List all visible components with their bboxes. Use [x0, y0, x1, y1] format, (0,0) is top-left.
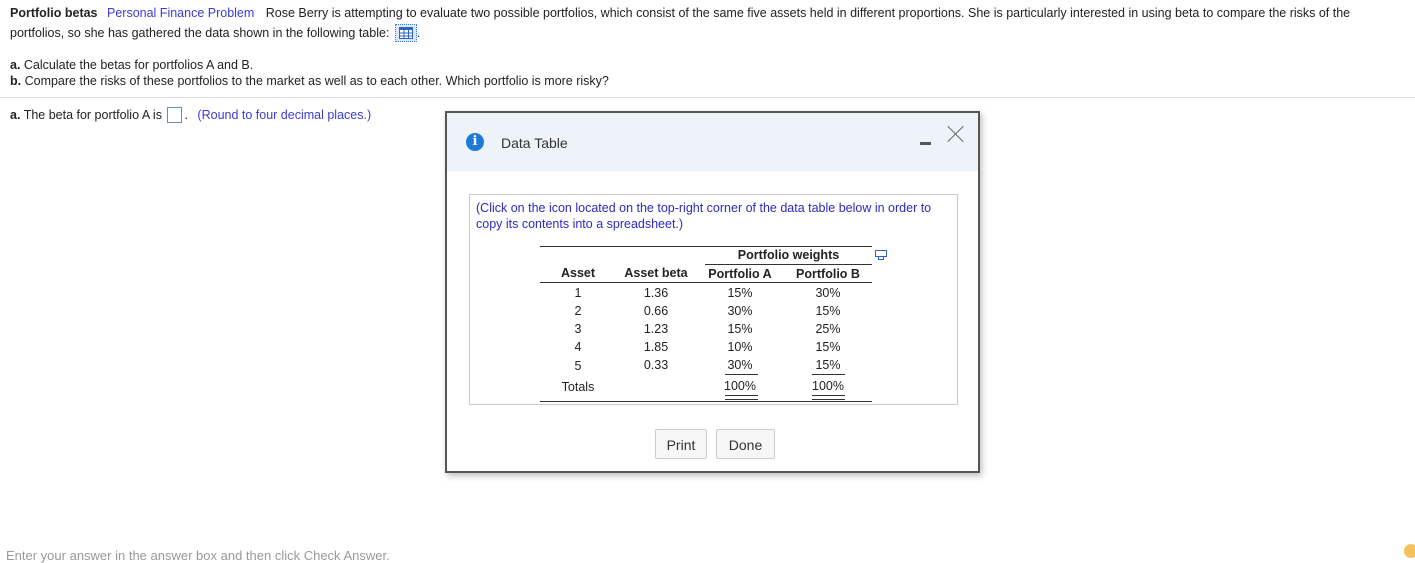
problem-statement: Portfolio betas Personal Finance Problem…: [10, 6, 1351, 42]
part-b-label: b.: [10, 74, 22, 88]
divider: [0, 97, 1415, 98]
corner-badge: [1404, 544, 1415, 558]
data-table-dialog: i Data Table (Click on the icon located …: [445, 111, 980, 473]
table-bottom-rule: [540, 401, 872, 402]
cell-asset: 4: [574, 340, 582, 354]
print-button[interactable]: Print: [655, 429, 707, 459]
cell-portfolio-b: 15%: [815, 304, 841, 318]
problem-text-line1: Rose Berry is attempting to evaluate two…: [265, 6, 1351, 20]
cell-portfolio-b: 30%: [815, 286, 841, 300]
col-asset: Asset: [560, 266, 596, 280]
cell-portfolio-a: 10%: [727, 340, 753, 354]
cell-beta: 1.36: [643, 286, 669, 300]
question-parts: a. Calculate the betas for portfolios A …: [10, 57, 609, 89]
cell-portfolio-b: 25%: [815, 322, 841, 336]
group-header: Portfolio weights: [737, 248, 840, 262]
cell-asset: 5: [574, 359, 582, 373]
dialog-title: Data Table: [501, 135, 568, 151]
cell-asset: 1: [574, 286, 582, 300]
col-portfolio-a: Portfolio A: [708, 267, 772, 281]
copy-instructions: (Click on the icon located on the top-ri…: [476, 201, 932, 231]
subtotal-rule-a: [725, 374, 758, 375]
double-rule-b: [812, 395, 845, 400]
cell-portfolio-a: 15%: [727, 286, 753, 300]
header-bottom-rule: [540, 282, 872, 283]
answer-label: a.: [10, 108, 21, 122]
group-header-rule: [705, 264, 872, 265]
cell-beta: 1.23: [643, 322, 669, 336]
double-rule-a: [725, 395, 758, 400]
problem-tag: Personal Finance Problem: [107, 6, 255, 20]
totals-label: Totals: [561, 380, 595, 394]
data-table-panel: (Click on the icon located on the top-ri…: [469, 194, 958, 405]
info-icon: i: [466, 133, 484, 151]
col-asset-beta: Asset beta: [624, 266, 688, 280]
part-b: b. Compare the risks of these portfolios…: [10, 73, 609, 89]
part-a: a. Calculate the betas for portfolios A …: [10, 57, 609, 73]
cell-beta: 0.33: [643, 358, 669, 372]
subtotal-rule-b: [812, 374, 845, 375]
rounding-note: (Round to four decimal places.): [197, 108, 372, 122]
table-grid-icon[interactable]: [394, 23, 417, 42]
close-button[interactable]: [947, 125, 965, 143]
cell-portfolio-a: 15%: [727, 322, 753, 336]
cell-portfolio-a: 30%: [727, 304, 753, 318]
total-portfolio-a: 100%: [724, 379, 756, 393]
cell-portfolio-b: 15%: [815, 340, 841, 354]
problem-text-line2: portfolios, so she has gathered the data…: [10, 26, 390, 40]
cell-asset: 3: [574, 322, 582, 336]
answer-suffix: .: [184, 108, 188, 122]
part-b-text: Compare the risks of these portfolios to…: [24, 74, 609, 88]
cell-portfolio-a: 30%: [727, 358, 753, 372]
footer-instructions: Enter your answer in the answer box and …: [6, 548, 390, 563]
cell-asset: 2: [574, 304, 582, 318]
minimize-button[interactable]: [919, 135, 933, 149]
done-button[interactable]: Done: [716, 429, 775, 459]
problem-title: Portfolio betas: [10, 6, 98, 20]
dialog-header: i Data Table: [447, 113, 978, 171]
total-portfolio-b: 100%: [812, 379, 844, 393]
table-top-rule: [540, 246, 872, 247]
copy-spreadsheet-icon[interactable]: [875, 250, 887, 260]
answer-text: The beta for portfolio A is: [23, 108, 162, 122]
part-a-text: Calculate the betas for portfolios A and…: [23, 58, 254, 72]
col-portfolio-b: Portfolio B: [796, 267, 860, 281]
cell-portfolio-b: 15%: [815, 358, 841, 372]
cell-beta: 0.66: [643, 304, 669, 318]
answer-line: a. The beta for portfolio A is . (Round …: [10, 105, 371, 125]
answer-input[interactable]: [167, 106, 183, 123]
part-a-label: a.: [10, 58, 21, 72]
cell-beta: 1.85: [643, 340, 669, 354]
